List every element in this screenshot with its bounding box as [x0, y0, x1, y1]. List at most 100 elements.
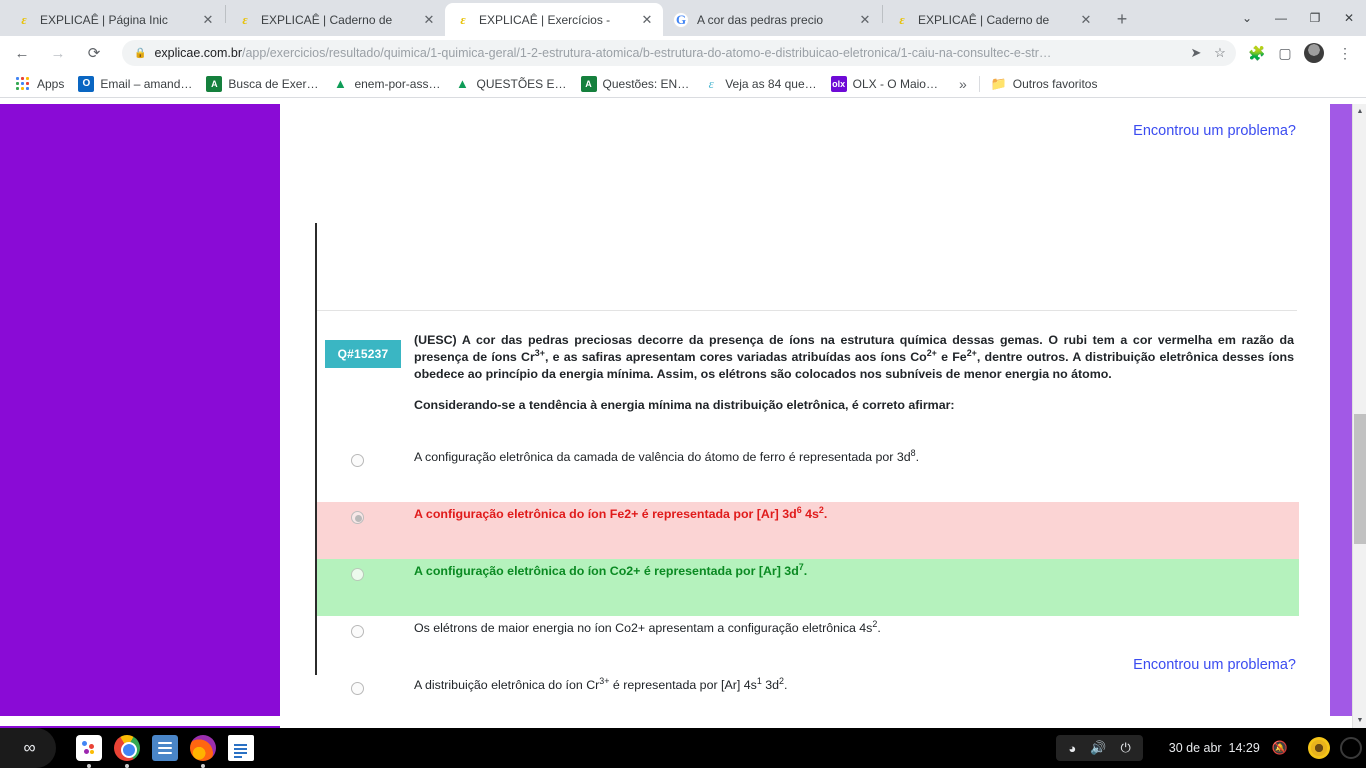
bookmark-veja-84[interactable]: ε Veja as 84 que… [696, 73, 823, 95]
olx-icon: olx [830, 75, 847, 92]
browser-tab-4[interactable]: ε EXPLICAÊ | Caderno de ✕ [884, 3, 1102, 36]
close-icon[interactable]: ✕ [857, 12, 873, 28]
profile-avatar[interactable] [1304, 43, 1324, 63]
url-domain: explicae.com.br [154, 46, 242, 60]
bookmark-label: QUESTÕES E… [476, 76, 567, 91]
alternative-text-1: A configuração eletrônica do íon Fe2+ é … [414, 505, 1274, 523]
explicae-icon: ε [242, 12, 248, 27]
report-problem-link-top[interactable]: Encontrou um problema? [1133, 123, 1296, 139]
chrome-menu-icon[interactable]: ⋮ [1332, 40, 1358, 66]
bookmark-questoes-enem[interactable]: A Questões: EN… [574, 73, 697, 95]
drive-icon: ▲ [334, 76, 347, 91]
tab-title: EXPLICAÊ | Caderno de [261, 12, 393, 27]
bookmark-olx[interactable]: olx OLX - O Maio… [824, 73, 945, 95]
system-tray: ◕ 🔊 ⏻ 30 de abr 14:29 🔕 [1056, 728, 1366, 768]
close-icon[interactable]: ✕ [421, 12, 437, 28]
question-prompt: Considerando-se a tendência à energia mí… [414, 398, 955, 412]
bookmark-star-icon[interactable]: ☆ [1208, 41, 1232, 65]
browser-tab-0[interactable]: ε EXPLICAÊ | Página Inic ✕ [6, 3, 224, 36]
scrollbar-thumb[interactable] [1354, 414, 1366, 544]
bookmark-label: Veja as 84 que… [725, 76, 817, 91]
chrome-icon[interactable] [114, 735, 140, 768]
system-taskbar: ∞ ◕ 🔊 ⏻ 30 de abr 14:29 🔕 [0, 728, 1366, 768]
firefox-icon[interactable] [190, 735, 216, 768]
stem-sup-2: 2+ [926, 347, 937, 358]
taskbar-apps [76, 735, 254, 768]
docs-icon[interactable] [228, 735, 254, 761]
browser-toolbar: ← → ⟳ 🔒 explicae.com.br/app/exercicios/r… [0, 36, 1366, 70]
bookmark-email[interactable]: O Email – amand… [71, 73, 199, 95]
notification-off-icon[interactable]: 🔕 [1272, 740, 1288, 756]
page-viewport: Encontrou um problema? Q#15237 (UESC) A … [0, 104, 1366, 728]
alt-frag-1-0: A configuração eletrônica do íon Fe2+ é … [414, 507, 797, 521]
alt-frag-4-4: 3d [761, 678, 780, 692]
bookmark-apps[interactable]: Apps [8, 73, 71, 95]
status-tray-pill[interactable]: ◕ 🔊 ⏻ [1056, 735, 1143, 761]
maximize-button[interactable]: ❐ [1298, 3, 1332, 33]
running-indicator [125, 764, 129, 768]
wifi-icon: ◕ [1068, 740, 1077, 756]
bookmarks-overflow-button[interactable]: » [951, 76, 975, 92]
alternative-radio-3[interactable] [351, 625, 364, 638]
alternative-text-0: A configuração eletrônica da camada de v… [414, 448, 1274, 466]
lock-icon: 🔒 [134, 47, 147, 59]
alternative-radio-0[interactable] [351, 454, 364, 467]
forward-icon[interactable]: → [44, 39, 72, 67]
alternative-radio-2[interactable] [351, 568, 364, 581]
battery-icon: ⏻ [1120, 740, 1131, 755]
bookmark-label: Questões: EN… [602, 76, 690, 91]
alternative-option-2[interactable]: A configuração eletrônica do íon Co2+ é … [317, 559, 1299, 616]
close-icon[interactable]: ✕ [639, 12, 655, 28]
report-problem-link-bottom[interactable]: Encontrou um problema? [1133, 657, 1296, 673]
stem-text-3: e Fe [936, 350, 967, 364]
alternative-radio-4[interactable] [351, 682, 364, 695]
close-icon[interactable]: ✕ [200, 12, 216, 28]
other-bookmarks-folder[interactable]: 📁 Outros favoritos [984, 73, 1105, 95]
alt-frag-4-2: é representada por [Ar] 4s [609, 678, 757, 692]
tab-search-icon[interactable]: ⌄ [1230, 3, 1264, 33]
browser-tab-2-active[interactable]: ε EXPLICAÊ | Exercícios - ✕ [445, 3, 663, 36]
folder-icon: 📁 [990, 75, 1007, 91]
minimize-button[interactable]: — [1264, 3, 1298, 33]
tab-title: A cor das pedras precio [697, 12, 824, 27]
scroll-down-icon[interactable]: ▼ [1353, 713, 1366, 728]
launcher-icon: ∞ [23, 738, 35, 757]
files-icon[interactable] [152, 735, 178, 761]
browser-tab-1[interactable]: ε EXPLICAÊ | Caderno de ✕ [227, 3, 445, 36]
alternative-radio-1[interactable] [351, 511, 364, 524]
page-scrollbar[interactable]: ▲ ▼ [1352, 104, 1366, 728]
alternative-option-1[interactable]: A configuração eletrônica do íon Fe2+ é … [317, 502, 1299, 559]
tray-extra-circle [1340, 737, 1362, 759]
bookmark-busca-exercicios[interactable]: A Busca de Exer… [199, 73, 325, 95]
bookmark-enem-por-assunto[interactable]: ▲ enem-por-ass… [325, 73, 447, 95]
docs-icon: A [580, 75, 597, 92]
question-stem: (UESC) A cor das pedras preciosas decorr… [414, 332, 1294, 383]
reload-icon[interactable]: ⟳ [80, 39, 108, 67]
alt-frag-2-2: . [803, 564, 808, 578]
sunflower-avatar[interactable] [1305, 734, 1333, 762]
new-tab-button[interactable]: + [1108, 5, 1136, 33]
bookmark-label: enem-por-ass… [354, 76, 441, 91]
bookmark-label: Apps [37, 76, 65, 91]
back-icon[interactable]: ← [8, 39, 36, 67]
tab-title: EXPLICAÊ | Página Inic [40, 12, 168, 27]
share-icon[interactable]: ➤ [1184, 41, 1208, 65]
close-icon[interactable]: ✕ [1078, 12, 1094, 28]
play-store-icon[interactable] [76, 735, 102, 768]
tab-divider [225, 5, 226, 23]
alt-frag-0-0: A configuração eletrônica da camada de v… [414, 450, 911, 464]
scroll-up-icon[interactable]: ▲ [1353, 104, 1366, 119]
alternative-option-4[interactable]: A distribuição eletrônica do íon Cr3+ é … [317, 673, 1299, 728]
browser-tab-3[interactable]: G A cor das pedras precio ✕ [663, 3, 881, 36]
extensions-icon[interactable]: 🧩 [1244, 40, 1270, 66]
launcher-button[interactable]: ∞ [0, 728, 56, 768]
alternative-option-0[interactable]: A configuração eletrônica da camada de v… [317, 445, 1299, 502]
address-bar[interactable]: 🔒 explicae.com.br/app/exercicios/resulta… [122, 40, 1236, 66]
clock[interactable]: 30 de abr 14:29 [1169, 741, 1260, 755]
side-panel-icon[interactable]: ▢ [1272, 40, 1298, 66]
alt-frag-1-2: 4s [801, 507, 819, 521]
bookmark-questoes[interactable]: ▲ QUESTÕES E… [447, 73, 573, 95]
tab-strip: ε EXPLICAÊ | Página Inic ✕ ε EXPLICAÊ | … [0, 0, 1366, 36]
tray-date: 30 de abr [1168, 741, 1222, 755]
close-window-button[interactable]: ✕ [1332, 3, 1366, 33]
